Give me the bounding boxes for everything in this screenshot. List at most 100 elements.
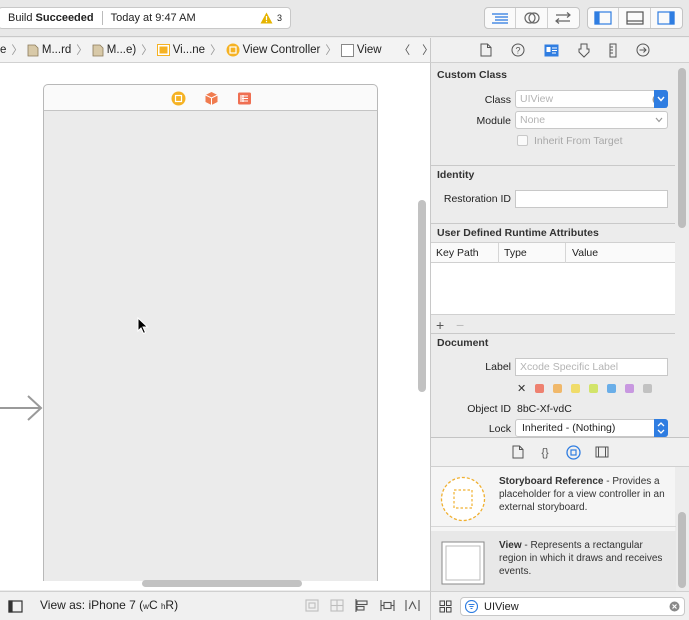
attributes-inspector-icon[interactable] (578, 43, 590, 58)
build-state: Succeeded (35, 12, 94, 24)
activity-status: Build Succeeded Today at 9:47 AM 3 (0, 7, 291, 29)
restoration-id-label: Restoration ID (443, 193, 511, 205)
navigator-toggle-button[interactable] (588, 8, 620, 28)
storyboard-file-icon (27, 44, 39, 56)
warning-count: 3 (276, 13, 282, 23)
class-label: Class (484, 94, 511, 106)
grid-view-icon[interactable] (439, 600, 452, 613)
svg-text:?: ? (516, 46, 521, 56)
breadcrumb-item[interactable]: Vi...ne (156, 44, 206, 56)
scene-icon (156, 44, 170, 56)
initial-view-controller-arrow-icon (0, 395, 43, 421)
label-color-swatch[interactable] (607, 384, 617, 393)
build-time: Today at 9:47 AM (110, 12, 196, 24)
library-item-storyboard-reference[interactable]: Storyboard Reference - Provides a placeh… (431, 467, 676, 527)
label-color-swatch[interactable] (571, 384, 581, 393)
exit-icon[interactable] (237, 91, 252, 106)
size-inspector-icon[interactable] (609, 43, 617, 58)
version-editor-button[interactable] (548, 8, 579, 28)
connections-inspector-icon[interactable] (636, 43, 650, 57)
document-outline-toggle-icon[interactable] (8, 600, 23, 613)
breadcrumb-item[interactable]: M...rd (27, 44, 71, 57)
embed-in-stack-icon[interactable] (330, 599, 344, 612)
label-color-swatch[interactable] (625, 384, 635, 393)
breadcrumb-label: View Controller (242, 44, 321, 56)
identity-inspector-icon[interactable] (544, 44, 559, 57)
file-inspector-icon[interactable] (480, 43, 492, 57)
view-as-suffix: ) (174, 598, 179, 612)
column-type[interactable]: Type (504, 247, 527, 259)
canvas-horizontal-scrollbar[interactable] (142, 580, 302, 587)
storyboard-reference-icon (439, 475, 487, 523)
restoration-id-field[interactable] (515, 190, 668, 208)
add-attribute-button[interactable]: + (436, 317, 444, 333)
view-controller-root-view[interactable] (43, 111, 378, 581)
no-color-icon[interactable]: ✕ (517, 382, 526, 395)
chevron-right-icon: 〉 (210, 45, 222, 57)
module-label: Module (476, 115, 511, 127)
label-color-swatch[interactable] (553, 384, 563, 393)
library-filter-input[interactable]: UIView (460, 597, 685, 616)
file-template-library-icon[interactable] (512, 445, 524, 459)
remove-attribute-button[interactable]: − (456, 317, 464, 333)
up-down-chevron-icon (657, 422, 665, 434)
breadcrumb-label: Vi...ne (172, 44, 206, 56)
column-divider (498, 243, 499, 263)
inherit-checkbox[interactable] (517, 135, 528, 146)
view-as-label[interactable]: View as: iPhone 7 (wwCC hhRR) (40, 598, 178, 612)
column-divider (565, 243, 566, 263)
previous-issue-icon[interactable]: 〈 (399, 42, 411, 58)
lock-popup[interactable]: Inherited - (Nothing) (515, 419, 668, 437)
breadcrumb-item[interactable]: View Controller (226, 43, 321, 57)
clear-filter-icon[interactable] (669, 601, 680, 612)
warnings-button[interactable]: 3 (260, 12, 282, 24)
breadcrumb-label: View (356, 44, 382, 56)
canvas-vertical-scrollbar[interactable] (418, 200, 426, 392)
next-issue-icon[interactable]: 〉 (422, 42, 430, 58)
module-select[interactable]: None (515, 111, 668, 129)
add-constraints-icon[interactable] (380, 599, 395, 612)
debug-toggle-button[interactable] (619, 8, 651, 28)
document-label-placeholder: Xcode Specific Label (520, 361, 619, 373)
standard-editor-button[interactable] (485, 8, 517, 28)
runtime-attributes-table[interactable] (431, 263, 675, 315)
label-color-swatch[interactable] (589, 384, 599, 393)
code-snippet-library-icon[interactable]: {} (538, 445, 552, 459)
update-frames-icon[interactable] (305, 599, 319, 612)
library-selector-bar: {} (430, 437, 689, 467)
label-color-picker: ✕ (517, 382, 653, 395)
inherit-label: Inherit From Target (534, 135, 623, 147)
object-library-icon[interactable] (565, 444, 581, 460)
align-icon[interactable] (355, 599, 369, 612)
column-key-path[interactable]: Key Path (436, 247, 479, 259)
library-item-view[interactable]: View - Represents a rectangular region i… (431, 531, 676, 591)
view-controller-icon[interactable] (171, 91, 186, 106)
class-dropdown-button[interactable] (654, 90, 668, 108)
media-library-icon[interactable] (595, 446, 609, 458)
label-color-swatch[interactable] (643, 384, 653, 393)
breadcrumb-item[interactable]: e (0, 44, 6, 56)
library-scrollbar[interactable] (678, 512, 686, 588)
document-label-label: Label (485, 361, 511, 373)
label-color-swatch[interactable] (535, 384, 545, 393)
storyboard-file-icon (92, 44, 104, 56)
resolve-layout-issues-icon[interactable] (405, 599, 420, 612)
inspector-selector-bar: ? (430, 38, 689, 63)
section-title-custom-class: Custom Class (437, 69, 508, 81)
breadcrumb-item[interactable]: View (340, 43, 382, 57)
breadcrumb-label: e (0, 44, 7, 56)
class-field[interactable]: UIView (515, 90, 667, 108)
column-value[interactable]: Value (572, 247, 598, 259)
first-responder-icon[interactable] (204, 91, 219, 106)
assistant-editor-button[interactable] (516, 8, 548, 28)
breadcrumb-item[interactable]: M...e) (92, 44, 136, 57)
utilities-toggle-button[interactable] (651, 8, 682, 28)
warning-icon (260, 12, 273, 24)
document-label-field[interactable]: Xcode Specific Label (515, 358, 668, 376)
object-library: Storyboard Reference - Provides a placeh… (430, 467, 676, 591)
filter-value: UIView (484, 600, 519, 613)
bottom-panel-icon (625, 11, 644, 25)
quick-help-icon[interactable]: ? (511, 43, 525, 57)
height-class-letter: R (165, 598, 175, 612)
inspector-scrollbar[interactable] (678, 68, 686, 228)
